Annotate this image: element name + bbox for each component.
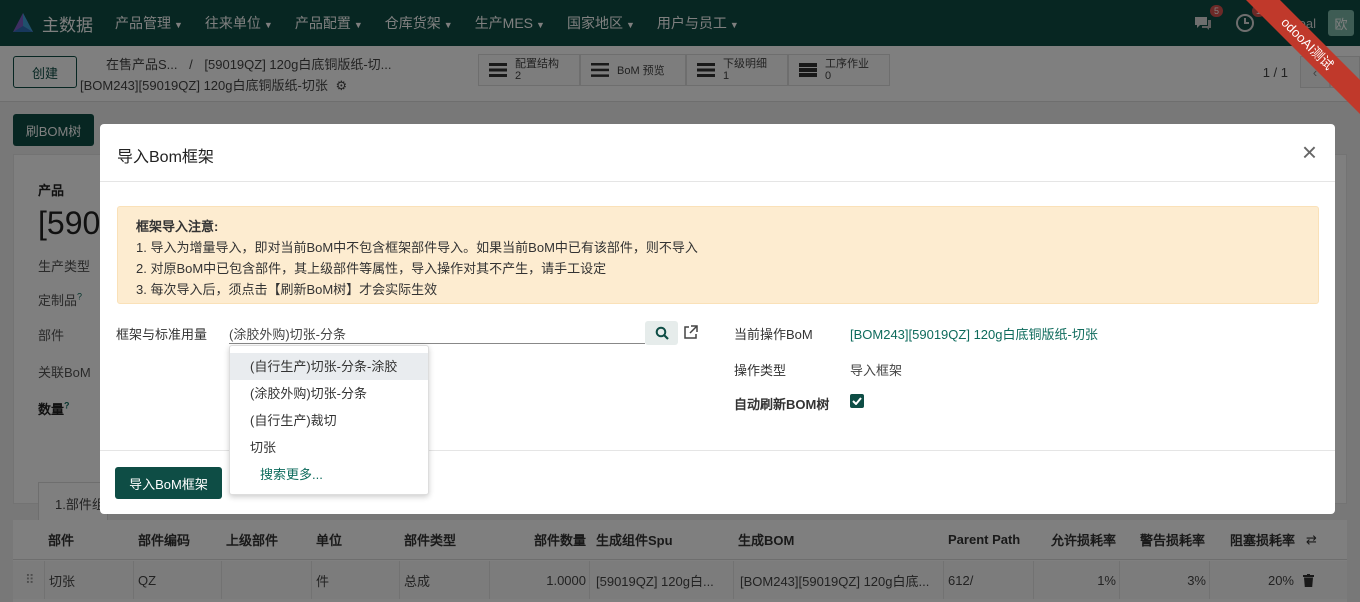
current-bom-link[interactable]: [BOM243][59019QZ] 120g白底铜版纸-切张 [850, 324, 1098, 343]
dropdown-option[interactable]: (自行生产)裁切 [230, 407, 428, 434]
close-icon[interactable]: × [1302, 139, 1317, 165]
operation-type-value: 导入框架 [850, 363, 903, 378]
framework-label: 框架与标准用量 [116, 327, 208, 342]
auto-refresh-label: 自动刷新BOM树 [734, 397, 830, 412]
current-bom-label: 当前操作BoM [734, 327, 813, 342]
dropdown-option[interactable]: (自行生产)切张-分条-涂胶 [230, 353, 428, 380]
alert-line: 3. 每次导入后，须点击【刷新BoM树】才会实际生效 [136, 282, 438, 297]
notice-alert: 框架导入注意: 1. 导入为增量导入，即对当前BoM中不包含框架部件导入。如果当… [117, 206, 1319, 304]
search-button[interactable] [645, 321, 678, 345]
external-link-icon[interactable] [683, 325, 698, 343]
dropdown-option[interactable]: (涂胶外购)切张-分条 [230, 380, 428, 407]
alert-line: 1. 导入为增量导入，即对当前BoM中不包含框架部件导入。如果当前BoM中已有该… [136, 240, 698, 255]
modal-header: 导入Bom框架 × [100, 124, 1335, 182]
auto-refresh-checkbox[interactable] [850, 394, 864, 408]
search-icon [655, 326, 669, 340]
framework-input[interactable]: (涂胶外购)切张-分条 [229, 322, 645, 344]
search-more-option[interactable]: 搜索更多... [230, 461, 428, 488]
external-link-graphic [684, 325, 698, 339]
autocomplete-dropdown: (自行生产)切张-分条-涂胶 (涂胶外购)切张-分条 (自行生产)裁切 切张 搜… [229, 345, 429, 495]
alert-title: 框架导入注意: [136, 219, 219, 234]
modal-title: 导入Bom框架 [117, 149, 214, 166]
check-icon [852, 397, 862, 405]
dropdown-option[interactable]: 切张 [230, 434, 428, 461]
import-bom-framework-button[interactable]: 导入BoM框架 [115, 467, 222, 499]
operation-type-label: 操作类型 [734, 363, 787, 378]
alert-line: 2. 对原BoM中已包含部件，其上级部件等属性，导入操作对其不产生，请手工设定 [136, 261, 607, 276]
